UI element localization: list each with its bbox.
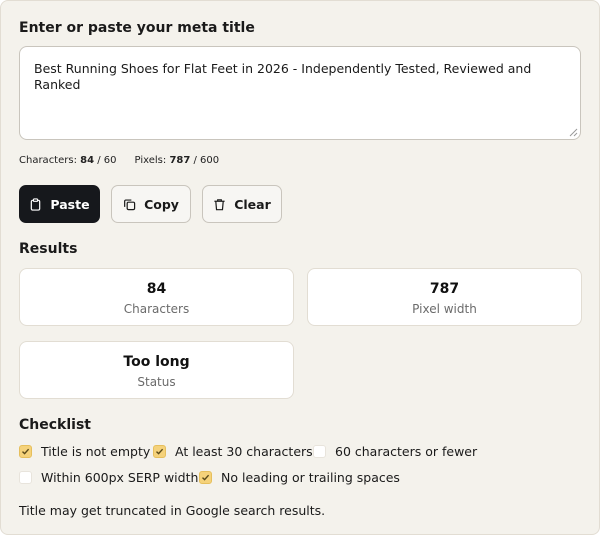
pixel-count-value: 787: [169, 155, 191, 166]
character-count-value: 84: [80, 155, 95, 166]
checklist-item-no-spaces: No leading or trailing spaces: [199, 470, 400, 485]
meta-title-tool-panel: Enter or paste your meta title Best Runn…: [0, 0, 600, 535]
status-result-card: Too long Status: [19, 341, 294, 399]
pixel-width-result-label: Pixel width: [412, 302, 477, 316]
status-result-label: Status: [137, 375, 176, 389]
paste-button-label: Paste: [50, 196, 90, 212]
checklist-heading: Checklist: [19, 417, 91, 433]
characters-result-value: 84: [146, 281, 167, 297]
trash-icon: [214, 198, 225, 210]
checklist-item-min-length: At least 30 characters: [153, 444, 313, 459]
checkbox-checked-icon: [19, 445, 32, 458]
checkbox-unchecked-icon: [19, 471, 32, 484]
copy-button[interactable]: Copy: [111, 185, 191, 223]
status-result-value: Too long: [123, 354, 190, 370]
results-heading: Results: [19, 241, 78, 257]
characters-result-card: 84 Characters: [19, 268, 294, 326]
paste-button[interactable]: Paste: [19, 185, 100, 223]
checklist-item-not-empty: Title is not empty: [19, 444, 150, 459]
resize-grip-icon[interactable]: [569, 128, 578, 137]
checklist-item-serp-width: Within 600px SERP width: [19, 470, 198, 485]
checklist-item-max-length: 60 characters or fewer: [313, 444, 477, 459]
meta-title-text: Best Running Shoes for Flat Feet in 2026…: [34, 61, 532, 92]
pixel-width-result-value: 787: [429, 281, 460, 297]
pixel-count: Pixels: 787 / 600: [134, 155, 220, 166]
clear-button[interactable]: Clear: [202, 185, 282, 223]
characters-result-label: Characters: [123, 302, 190, 316]
input-heading: Enter or paste your meta title: [19, 20, 255, 36]
checkbox-checked-icon: [153, 445, 166, 458]
truncation-note: Title may get truncated in Google search…: [19, 503, 326, 518]
copy-button-label: Copy: [144, 196, 179, 212]
clipboard-icon: [31, 197, 41, 211]
pixel-width-result-card: 787 Pixel width: [307, 268, 582, 326]
meta-title-textarea[interactable]: Best Running Shoes for Flat Feet in 2026…: [19, 46, 581, 140]
checkbox-unchecked-icon: [313, 445, 326, 458]
copy-icon: [124, 198, 136, 210]
checkbox-checked-icon: [199, 471, 212, 484]
clear-button-label: Clear: [234, 196, 271, 212]
character-count: Characters: 84 / 60: [19, 155, 117, 166]
character-pixel-counts: Characters: 84 / 60 Pixels: 787 / 600: [19, 155, 237, 166]
